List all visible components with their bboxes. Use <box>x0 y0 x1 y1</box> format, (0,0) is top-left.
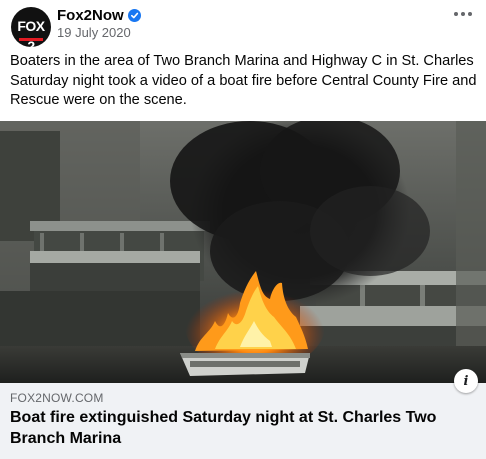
more-options-icon[interactable] <box>450 4 476 24</box>
page-avatar[interactable]: FOX 2 <box>11 7 51 47</box>
boat-fire-photo[interactable] <box>0 121 486 383</box>
fox2-logo: FOX 2 <box>17 18 45 47</box>
post-body-text: Boaters in the area of Two Branch Marina… <box>10 53 477 108</box>
post-header: FOX 2 Fox2Now 19 July 2020 <box>0 0 486 48</box>
fox2-logo-bar <box>19 38 43 41</box>
link-domain: FOX2NOW.COM <box>10 391 104 405</box>
verified-badge-icon <box>127 8 141 22</box>
boat-fire-illustration <box>0 121 486 383</box>
link-preview[interactable]: FOX2NOW.COM Boat fire extinguished Satur… <box>0 383 486 459</box>
page-name-row: Fox2Now <box>57 6 141 24</box>
post-timestamp[interactable]: 19 July 2020 <box>57 25 131 40</box>
page-name-link[interactable]: Fox2Now <box>57 7 124 24</box>
link-title[interactable]: Boat fire extinguished Saturday night at… <box>10 408 470 449</box>
info-icon[interactable]: i <box>454 369 478 393</box>
